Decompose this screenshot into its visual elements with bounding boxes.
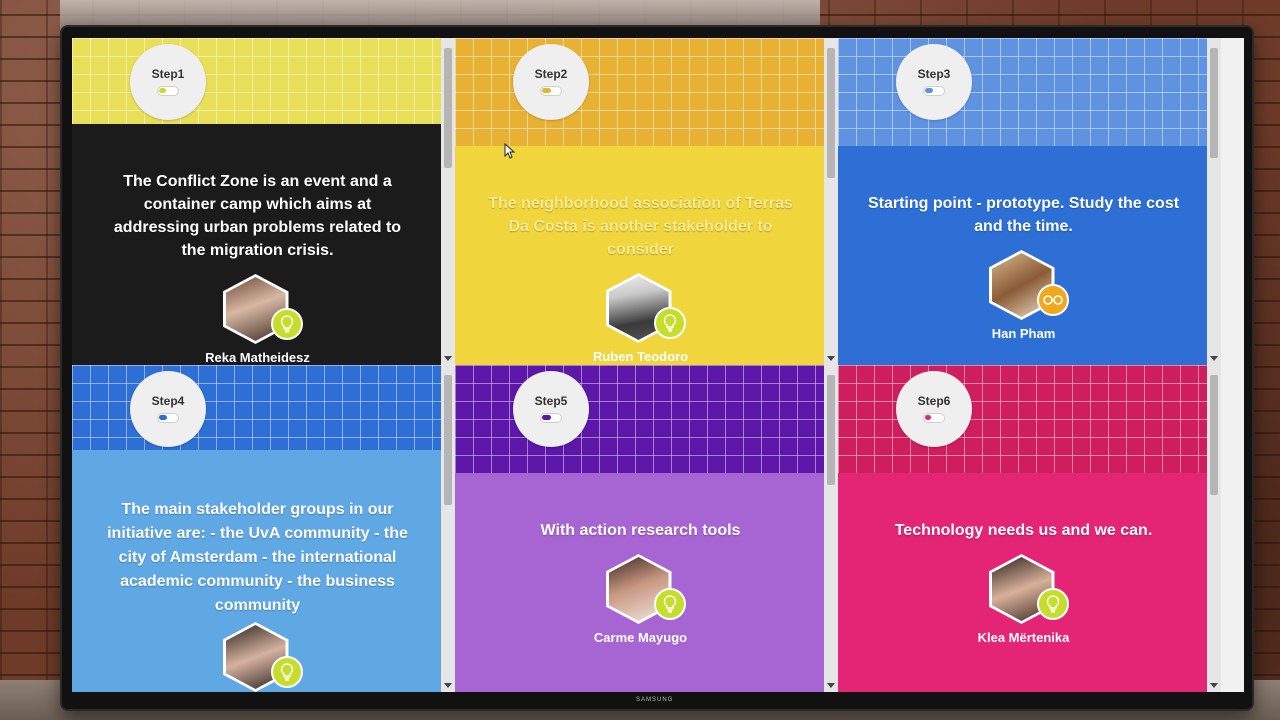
step-badge[interactable]: Step2	[513, 44, 589, 120]
lightbulb-icon	[270, 308, 303, 340]
tv-brand-label: SAMSUNG	[636, 697, 674, 703]
scrollbar-thumb[interactable]	[1210, 48, 1218, 158]
step-progress-toggle[interactable]	[540, 412, 562, 423]
tile-scrollbar[interactable]	[824, 38, 838, 365]
avatar[interactable]	[222, 622, 303, 692]
tile-header: Step2	[455, 38, 838, 146]
scroll-down-arrow-icon[interactable]	[1210, 683, 1218, 688]
step-badge[interactable]: Step5	[513, 371, 589, 447]
person-name: Ruben Teodoro	[592, 349, 689, 364]
lightbulb-icon	[1036, 588, 1069, 620]
avatar[interactable]	[605, 273, 686, 343]
person-name: Reka Matheidesz	[205, 350, 310, 365]
step-tile-6[interactable]: Step6 Technology needs us and we can. Kl…	[838, 365, 1221, 692]
tile-caption: The neighborhood association of Terras D…	[488, 195, 793, 258]
step-tile-5[interactable]: Step5 With action research tools Carme M…	[455, 365, 838, 692]
tile-header: Step3	[838, 38, 1221, 146]
step-tile-1[interactable]: Step1 The Conflict Zone is an event and …	[72, 38, 455, 365]
step-tile-2[interactable]: Step2 The neighborhood association of Te…	[455, 38, 838, 365]
scrollbar-thumb[interactable]	[1210, 375, 1218, 495]
step-progress-toggle[interactable]	[157, 85, 179, 96]
avatar[interactable]	[605, 554, 686, 624]
step-label: Step6	[917, 393, 951, 408]
glasses-icon	[1036, 284, 1069, 316]
ceiling-light-rig	[60, 0, 820, 30]
scrollbar-thumb[interactable]	[444, 375, 452, 505]
person-name: Han Pham	[991, 326, 1056, 341]
tile-caption: Technology needs us and we can.	[894, 522, 1153, 539]
step-badge[interactable]: Step6	[896, 371, 972, 447]
lightbulb-icon	[653, 307, 686, 339]
tile-caption: With action research tools	[540, 522, 741, 539]
step-label: Step3	[917, 66, 951, 81]
tile-scrollbar[interactable]	[441, 38, 455, 365]
step-progress-toggle[interactable]	[923, 85, 945, 96]
step-label: Step2	[534, 66, 568, 81]
step-tile-3[interactable]: Step3 Starting point - prototype. Study …	[838, 38, 1221, 365]
step-progress-toggle[interactable]	[540, 85, 562, 96]
scrollbar-thumb[interactable]	[827, 375, 835, 485]
tile-scrollbar[interactable]	[1207, 38, 1221, 365]
tile-scrollbar[interactable]	[1207, 365, 1221, 692]
tile-scrollbar[interactable]	[441, 365, 455, 692]
tile-header: Step1	[72, 38, 455, 124]
step-progress-toggle[interactable]	[923, 412, 945, 423]
person-name: Carme Mayugo	[593, 630, 688, 645]
step-badge[interactable]: Step4	[130, 371, 206, 447]
tile-header: Step6	[838, 365, 1221, 473]
dashboard-screen: Step1 The Conflict Zone is an event and …	[72, 38, 1244, 692]
tile-header: Step5	[455, 365, 838, 473]
scrollbar-thumb[interactable]	[827, 48, 835, 178]
avatar[interactable]	[988, 250, 1069, 320]
tile-body: Starting point - prototype. Study the co…	[838, 146, 1221, 365]
step-progress-toggle[interactable]	[157, 412, 179, 423]
tile-body: With action research tools Carme Mayugo	[455, 473, 838, 692]
scroll-down-arrow-icon[interactable]	[444, 356, 452, 361]
avatar[interactable]	[988, 554, 1069, 624]
step-label: Step1	[151, 66, 185, 81]
tile-caption: The main stakeholder groups in our initi…	[107, 501, 408, 614]
tile-body: Technology needs us and we can. Klea Mër…	[838, 473, 1221, 692]
scroll-down-arrow-icon[interactable]	[1210, 356, 1218, 361]
step-label: Step5	[534, 393, 568, 408]
tile-scrollbar[interactable]	[824, 365, 838, 692]
tile-body: The main stakeholder groups in our initi…	[72, 450, 455, 692]
step-badge[interactable]: Step3	[896, 44, 972, 120]
scroll-down-arrow-icon[interactable]	[827, 356, 835, 361]
person-name: Klea Mërtenika	[977, 630, 1070, 645]
tile-body: The neighborhood association of Terras D…	[455, 146, 838, 365]
scroll-down-arrow-icon[interactable]	[444, 683, 452, 688]
step-badge[interactable]: Step1	[130, 44, 206, 120]
scroll-down-arrow-icon[interactable]	[827, 683, 835, 688]
step-tile-4[interactable]: Step4 The main stakeholder groups in our…	[72, 365, 455, 692]
tile-header: Step4	[72, 365, 455, 450]
tile-caption: Starting point - prototype. Study the co…	[867, 195, 1180, 235]
tile-caption: The Conflict Zone is an event and a cont…	[113, 173, 402, 259]
step-label: Step4	[151, 393, 185, 408]
avatar[interactable]	[222, 274, 303, 344]
lightbulb-icon	[653, 588, 686, 620]
tile-body: The Conflict Zone is an event and a cont…	[72, 124, 455, 365]
lightbulb-icon	[270, 656, 303, 688]
scrollbar-thumb[interactable]	[444, 48, 452, 168]
mouse-cursor-icon	[504, 143, 516, 159]
